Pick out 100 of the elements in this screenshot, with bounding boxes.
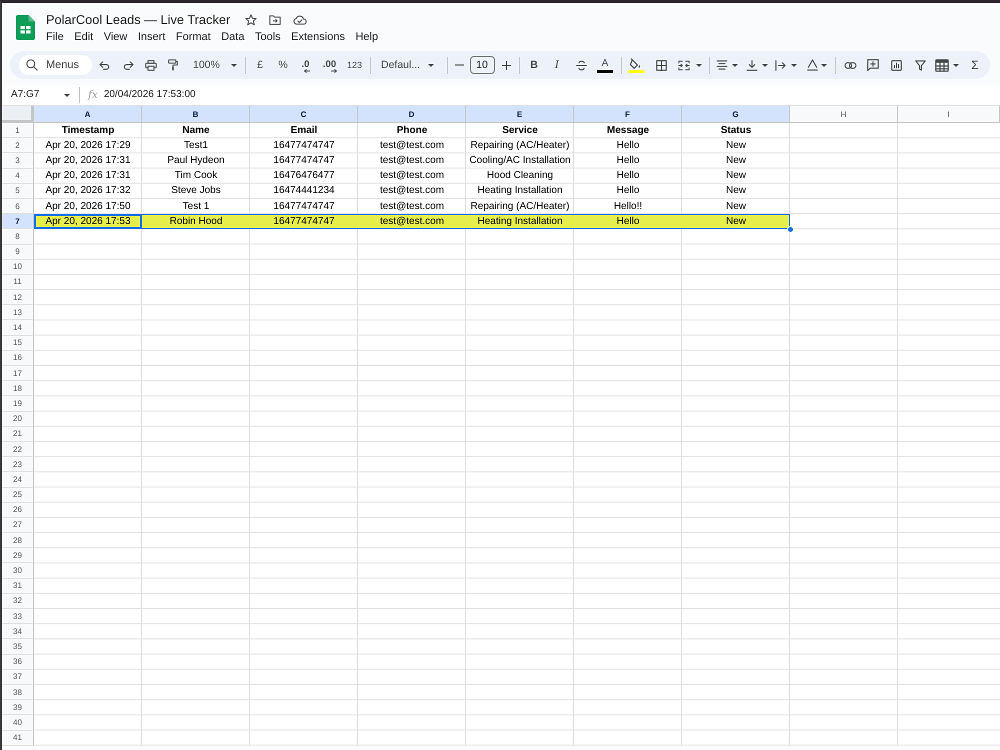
row-header[interactable]: 19	[2, 396, 34, 412]
row-header[interactable]: 30	[2, 563, 34, 579]
row-header[interactable]: 1	[2, 123, 34, 138]
paint-roller-icon[interactable]	[168, 59, 178, 71]
document-title[interactable]: PolarCool Leads — Live Tracker	[46, 11, 230, 29]
column-header[interactable]: I	[898, 106, 1000, 123]
menu-item[interactable]: Data	[221, 30, 244, 44]
caret-icon[interactable]	[428, 64, 434, 66]
row-header[interactable]: 21	[2, 426, 34, 442]
number-format-button[interactable]: 123	[346, 58, 362, 72]
row-header[interactable]: 2	[2, 138, 34, 154]
row-header[interactable]: 23	[2, 457, 34, 472]
increase-decimal-button[interactable]: .00	[322, 58, 338, 72]
row-header[interactable]: 34	[2, 624, 34, 640]
search-field[interactable]: Menus	[19, 55, 92, 75]
italic-button[interactable]: I	[554, 58, 560, 72]
row-header[interactable]: 25	[2, 488, 34, 503]
row-header[interactable]: 15	[2, 336, 34, 351]
menu-item[interactable]: Insert	[138, 30, 166, 44]
table-icon[interactable]	[935, 58, 949, 72]
caret-icon[interactable]	[791, 64, 797, 66]
column-header[interactable]: B	[142, 106, 250, 123]
printer-icon[interactable]	[145, 60, 157, 70]
row-header[interactable]: 27	[2, 518, 34, 534]
caret-icon[interactable]	[696, 64, 702, 66]
row-header[interactable]: 5	[2, 184, 34, 199]
caret-icon[interactable]	[953, 64, 959, 66]
comment-icon[interactable]	[867, 59, 879, 71]
column-header[interactable]: E	[466, 106, 574, 123]
row-header[interactable]: 26	[2, 502, 34, 518]
row-header[interactable]: 24	[2, 472, 34, 488]
caret-icon[interactable]	[64, 94, 70, 96]
row-header[interactable]: 10	[2, 260, 34, 275]
row-header[interactable]: 29	[2, 548, 34, 564]
currency-button[interactable]: £	[257, 58, 263, 72]
row-header[interactable]: 41	[2, 730, 34, 746]
column-header[interactable]: G	[682, 106, 790, 123]
row-header[interactable]: 35	[2, 639, 34, 655]
strikethrough-icon[interactable]	[576, 60, 586, 70]
row-header[interactable]: 33	[2, 609, 34, 624]
row-header[interactable]: 4	[2, 168, 34, 184]
caret-icon[interactable]	[230, 64, 237, 66]
align-bottom-icon[interactable]	[746, 60, 758, 70]
menu-item[interactable]: Edit	[74, 30, 94, 44]
row-header[interactable]: 31	[2, 578, 34, 594]
merge-cells-icon[interactable]	[678, 60, 690, 70]
row-header[interactable]: 36	[2, 654, 34, 670]
row-header[interactable]: 14	[2, 320, 34, 336]
minus-icon[interactable]	[454, 64, 464, 66]
menu-item[interactable]: View	[104, 30, 128, 44]
row-header[interactable]: 13	[2, 305, 34, 320]
chart-icon[interactable]	[890, 60, 902, 70]
menu-item[interactable]: Help	[355, 30, 378, 44]
bold-button[interactable]: B	[530, 58, 538, 72]
font-size-field[interactable]: 10	[470, 56, 494, 74]
zoom-dropdown[interactable]: 100%	[193, 58, 237, 72]
column-header[interactable]: A	[34, 106, 142, 123]
row-header[interactable]: 32	[2, 594, 34, 609]
redo-icon[interactable]	[122, 60, 134, 70]
text-color-button[interactable]: A	[597, 58, 613, 72]
menu-item[interactable]: Format	[176, 30, 211, 44]
row-header[interactable]: 17	[2, 366, 34, 382]
paint-bucket-icon[interactable]	[628, 58, 644, 72]
formula-field[interactable]: 20/04/2026 17:53:00	[104, 88, 196, 102]
folder-icon[interactable]	[269, 15, 282, 25]
row-header[interactable]: 12	[2, 290, 34, 306]
spreadsheet-icon[interactable]	[16, 15, 35, 40]
caret-icon[interactable]	[732, 64, 738, 66]
row-header[interactable]: 40	[2, 715, 34, 730]
row-header[interactable]: 39	[2, 700, 34, 716]
row-header[interactable]: 6	[2, 198, 34, 214]
row-header[interactable]: 20	[2, 412, 34, 427]
row-header[interactable]: 22	[2, 442, 34, 458]
star-icon[interactable]	[245, 14, 258, 26]
menu-item[interactable]: Extensions	[291, 30, 345, 44]
row-header[interactable]: 3	[2, 153, 34, 169]
functions-button[interactable]: Σ	[971, 58, 979, 72]
row-header[interactable]: 11	[2, 274, 34, 290]
align-center-icon[interactable]	[716, 60, 728, 70]
name-box[interactable]: A7:G7	[11, 88, 70, 102]
text-rotation-icon[interactable]	[807, 59, 818, 71]
borders-icon[interactable]	[656, 60, 666, 70]
column-header[interactable]: D	[358, 106, 466, 123]
menu-item[interactable]: File	[46, 30, 64, 44]
row-header[interactable]: 7	[2, 214, 34, 230]
filter-icon[interactable]	[914, 60, 926, 70]
undo-icon[interactable]	[98, 60, 110, 70]
decrease-decimal-button[interactable]: .0	[302, 58, 310, 72]
caret-icon[interactable]	[762, 64, 768, 66]
row-header[interactable]: 38	[2, 684, 34, 700]
font-dropdown[interactable]: Defaul...	[381, 58, 434, 72]
column-header[interactable]: F	[574, 106, 682, 123]
row-header[interactable]: 8	[2, 229, 34, 244]
menu-item[interactable]: Tools	[254, 30, 281, 44]
row-header[interactable]: 37	[2, 670, 34, 685]
row-header[interactable]: 28	[2, 533, 34, 548]
row-header[interactable]: 16	[2, 350, 34, 366]
column-header[interactable]: H	[790, 106, 898, 123]
fill-handle-icon[interactable]	[787, 226, 794, 234]
percent-button[interactable]: %	[278, 58, 288, 72]
